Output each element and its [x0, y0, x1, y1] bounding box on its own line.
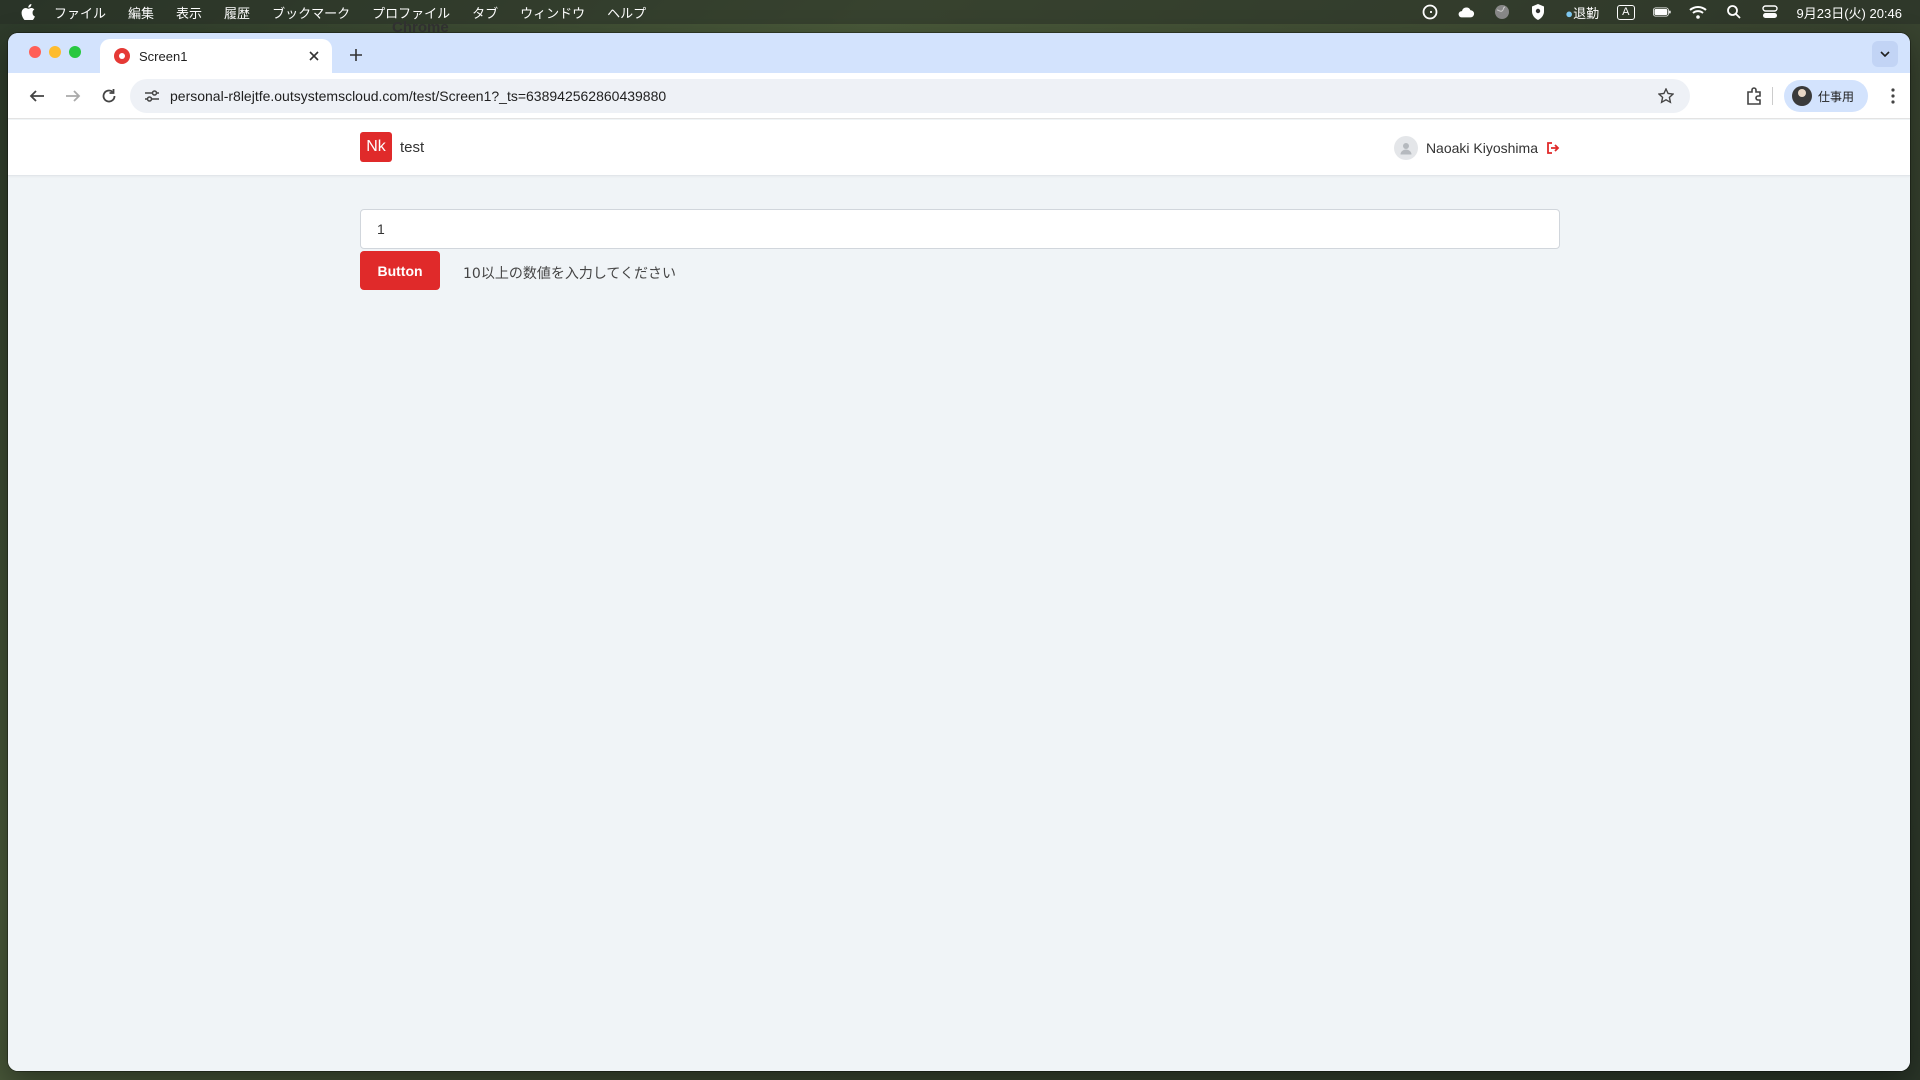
minimize-window-button[interactable] — [49, 46, 61, 58]
back-button[interactable] — [24, 83, 50, 109]
validation-message: 10以上の数値を入力してください — [463, 266, 676, 282]
profile-avatar — [1792, 86, 1812, 106]
site-settings-icon[interactable] — [142, 86, 162, 106]
grammarly-icon[interactable] — [1421, 4, 1439, 20]
menu-edit[interactable]: 編集 — [128, 3, 154, 22]
menu-help[interactable]: ヘルプ — [607, 3, 646, 22]
reload-button[interactable] — [96, 83, 122, 109]
browser-window: Screen1 personal-r8lejtfe.outsystemsclou… — [8, 33, 1910, 1071]
profile-button[interactable]: 仕事用 — [1784, 80, 1868, 112]
menu-history[interactable]: 履歴 — [224, 3, 250, 22]
wifi-icon[interactable] — [1688, 4, 1707, 20]
globe-icon[interactable] — [1493, 4, 1511, 20]
tab-title: Screen1 — [139, 48, 188, 64]
status-text[interactable]: ●退勤 — [1565, 3, 1599, 22]
menu-tab[interactable]: タブ — [472, 3, 498, 22]
close-window-button[interactable] — [29, 46, 41, 58]
logout-icon[interactable] — [1546, 141, 1560, 155]
menu-view[interactable]: 表示 — [176, 3, 202, 22]
forward-button[interactable] — [60, 83, 86, 109]
person-icon: ● — [1565, 5, 1574, 21]
menu-file[interactable]: ファイル — [54, 3, 106, 22]
battery-icon[interactable] — [1652, 4, 1671, 20]
chrome-menu-icon[interactable] — [1880, 83, 1906, 109]
shield-icon[interactable] — [1529, 4, 1547, 20]
address-bar[interactable]: personal-r8lejtfe.outsystemscloud.com/te… — [130, 79, 1690, 113]
number-input[interactable] — [360, 209, 1560, 249]
tab-search-button[interactable] — [1872, 41, 1898, 67]
extensions-icon[interactable] — [1741, 83, 1767, 109]
apple-menu-icon[interactable] — [20, 4, 36, 20]
window-controls — [29, 46, 81, 58]
app-header: Nk test Naoaki Kiyoshima — [8, 120, 1910, 176]
app-logo[interactable]: Nk — [360, 132, 392, 162]
browser-toolbar: personal-r8lejtfe.outsystemscloud.com/te… — [8, 73, 1910, 119]
url-text[interactable]: personal-r8lejtfe.outsystemscloud.com/te… — [170, 88, 1654, 104]
outsystems-favicon-icon — [114, 48, 130, 64]
user-name[interactable]: Naoaki Kiyoshima — [1426, 140, 1538, 156]
toolbar-divider — [1772, 87, 1773, 105]
submit-button[interactable]: Button — [360, 251, 440, 290]
tab-strip: Screen1 — [8, 33, 1910, 73]
bookmark-star-icon[interactable] — [1654, 84, 1678, 108]
menubar-clock[interactable]: 9月23日(火) 20:46 — [1797, 3, 1903, 22]
menu-bookmarks[interactable]: ブックマーク — [272, 3, 350, 22]
spotlight-search-icon[interactable] — [1725, 4, 1743, 20]
profile-label: 仕事用 — [1818, 89, 1855, 104]
user-avatar-icon[interactable] — [1393, 136, 1418, 160]
cloud-icon[interactable] — [1457, 4, 1475, 20]
new-tab-button[interactable] — [344, 43, 368, 67]
menu-window[interactable]: ウィンドウ — [520, 3, 585, 22]
tab-screen1[interactable]: Screen1 — [100, 39, 332, 73]
app-name[interactable]: test — [400, 139, 424, 156]
user-info: Naoaki Kiyoshima — [1393, 133, 1560, 163]
macos-menu-bar: Chrome ファイル 編集 表示 履歴 ブックマーク プロファイル タブ ウィ… — [0, 0, 1920, 36]
control-center-icon[interactable] — [1761, 4, 1779, 20]
close-tab-icon[interactable] — [304, 46, 324, 66]
web-page: Nk test Naoaki Kiyoshima Button 10以上の数値を… — [8, 120, 1910, 1071]
fullscreen-window-button[interactable] — [69, 46, 81, 58]
input-mode-indicator[interactable]: A — [1617, 4, 1635, 20]
